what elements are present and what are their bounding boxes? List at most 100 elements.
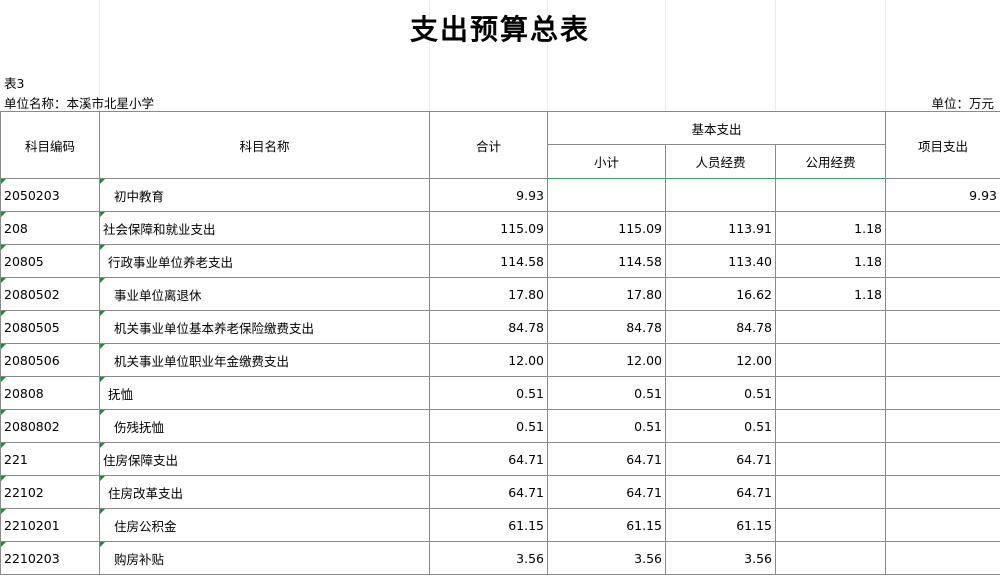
name-cell[interactable]: 机关事业单位职业年金缴费支出: [99, 343, 430, 377]
total-cell[interactable]: 0.51: [429, 409, 548, 443]
code-cell[interactable]: 2080505: [0, 310, 100, 344]
public-cell[interactable]: [774, 475, 887, 509]
public-cell[interactable]: 1.18: [774, 211, 887, 245]
code-cell[interactable]: 22102: [0, 475, 100, 509]
table-row[interactable]: 2080505 机关事业单位基本养老保险缴费支出 84.78 84.78 84.78: [0, 310, 1000, 344]
project-cell[interactable]: [885, 475, 1000, 509]
subtotal-cell[interactable]: 0.51: [547, 376, 666, 410]
name-cell[interactable]: 伤残抚恤: [99, 409, 430, 443]
table-row[interactable]: 2210201 住房公积金 61.15 61.15 61.15: [0, 508, 1000, 542]
total-cell[interactable]: 0.51: [429, 376, 548, 410]
total-cell[interactable]: 17.80: [429, 277, 548, 311]
table-row[interactable]: 20805 行政事业单位养老支出 114.58 114.58 113.40 1.18: [0, 244, 1000, 278]
total-cell[interactable]: 64.71: [429, 475, 548, 509]
public-cell[interactable]: [774, 442, 887, 476]
personnel-cell[interactable]: 0.51: [665, 376, 776, 410]
subtotal-cell[interactable]: 61.15: [547, 508, 666, 542]
project-cell[interactable]: [885, 310, 1000, 344]
name-cell[interactable]: 社会保障和就业支出: [99, 211, 430, 245]
name-cell-text: 机关事业单位基本养老保险缴费支出: [114, 320, 315, 336]
subtotal-cell[interactable]: 12.00: [547, 343, 666, 377]
total-cell[interactable]: 115.09: [429, 211, 548, 245]
total-cell[interactable]: 3.56: [429, 541, 548, 575]
personnel-cell[interactable]: 64.71: [665, 475, 776, 509]
subtotal-cell[interactable]: 0.51: [547, 409, 666, 443]
public-cell[interactable]: [774, 178, 887, 212]
personnel-cell[interactable]: 113.40: [665, 244, 776, 278]
project-cell[interactable]: 9.93: [885, 178, 1000, 212]
personnel-cell[interactable]: 61.15: [665, 508, 776, 542]
subtotal-cell[interactable]: 115.09: [547, 211, 666, 245]
total-cell[interactable]: 84.78: [429, 310, 548, 344]
public-cell[interactable]: 1.18: [774, 277, 887, 311]
name-cell[interactable]: 住房改革支出: [99, 475, 430, 509]
subtotal-cell[interactable]: 114.58: [547, 244, 666, 278]
code-cell[interactable]: 2080506: [0, 343, 100, 377]
personnel-cell[interactable]: 0.51: [665, 409, 776, 443]
public-cell-text: 1.18: [854, 253, 883, 269]
public-cell[interactable]: 1.18: [774, 244, 887, 278]
code-cell[interactable]: 2210203: [0, 541, 100, 575]
name-cell[interactable]: 住房公积金: [99, 508, 430, 542]
code-cell[interactable]: 20808: [0, 376, 100, 410]
public-cell[interactable]: [774, 409, 887, 443]
name-cell[interactable]: 购房补贴: [99, 541, 430, 575]
subtotal-cell[interactable]: 84.78: [547, 310, 666, 344]
code-cell[interactable]: 2080802: [0, 409, 100, 443]
project-cell[interactable]: [885, 508, 1000, 542]
project-cell[interactable]: [885, 376, 1000, 410]
table-row[interactable]: 2050203 初中教育 9.93 9.93: [0, 178, 1000, 212]
public-cell[interactable]: [774, 376, 887, 410]
public-cell[interactable]: [774, 310, 887, 344]
name-cell[interactable]: 行政事业单位养老支出: [99, 244, 430, 278]
personnel-cell[interactable]: 84.78: [665, 310, 776, 344]
table-row[interactable]: 2080506 机关事业单位职业年金缴费支出 12.00 12.00 12.00: [0, 343, 1000, 377]
personnel-cell[interactable]: 113.91: [665, 211, 776, 245]
project-cell[interactable]: [885, 211, 1000, 245]
subtotal-cell[interactable]: 17.80: [547, 277, 666, 311]
personnel-cell[interactable]: [665, 178, 776, 212]
total-cell[interactable]: 114.58: [429, 244, 548, 278]
personnel-cell[interactable]: 3.56: [665, 541, 776, 575]
code-cell[interactable]: 208: [0, 211, 100, 245]
table-row[interactable]: 2080802 伤残抚恤 0.51 0.51 0.51: [0, 409, 1000, 443]
subtotal-cell[interactable]: 64.71: [547, 442, 666, 476]
public-cell[interactable]: [774, 541, 887, 575]
code-cell[interactable]: 2050203: [0, 178, 100, 212]
table-row[interactable]: 2080502 事业单位离退休 17.80 17.80 16.62 1.18: [0, 277, 1000, 311]
name-cell[interactable]: 机关事业单位基本养老保险缴费支出: [99, 310, 430, 344]
project-cell[interactable]: [885, 541, 1000, 575]
name-cell[interactable]: 事业单位离退休: [99, 277, 430, 311]
code-cell[interactable]: 20805: [0, 244, 100, 278]
project-cell[interactable]: [885, 277, 1000, 311]
code-cell[interactable]: 2080502: [0, 277, 100, 311]
total-cell[interactable]: 64.71: [429, 442, 548, 476]
total-cell[interactable]: 9.93: [429, 178, 548, 212]
table-row[interactable]: 2210203 购房补贴 3.56 3.56 3.56: [0, 541, 1000, 575]
public-cell[interactable]: [774, 508, 887, 542]
text-format-indicator-icon: [1, 476, 6, 481]
project-cell[interactable]: [885, 442, 1000, 476]
personnel-cell[interactable]: 12.00: [665, 343, 776, 377]
personnel-cell[interactable]: 64.71: [665, 442, 776, 476]
name-cell[interactable]: 住房保障支出: [99, 442, 430, 476]
table-row[interactable]: 221 住房保障支出 64.71 64.71 64.71: [0, 442, 1000, 476]
project-cell[interactable]: [885, 343, 1000, 377]
table-row[interactable]: 20808 抚恤 0.51 0.51 0.51: [0, 376, 1000, 410]
personnel-cell[interactable]: 16.62: [665, 277, 776, 311]
name-cell[interactable]: 抚恤: [99, 376, 430, 410]
subtotal-cell[interactable]: 3.56: [547, 541, 666, 575]
personnel-cell-text: 64.71: [736, 484, 772, 500]
project-cell[interactable]: [885, 409, 1000, 443]
total-cell[interactable]: 61.15: [429, 508, 548, 542]
subtotal-cell[interactable]: [547, 178, 666, 212]
table-row[interactable]: 22102 住房改革支出 64.71 64.71 64.71: [0, 475, 1000, 509]
code-cell[interactable]: 2210201: [0, 508, 100, 542]
project-cell[interactable]: [885, 244, 1000, 278]
total-cell[interactable]: 12.00: [429, 343, 548, 377]
public-cell[interactable]: [774, 343, 887, 377]
subtotal-cell[interactable]: 64.71: [547, 475, 666, 509]
code-cell[interactable]: 221: [0, 442, 100, 476]
table-row[interactable]: 208 社会保障和就业支出 115.09 115.09 113.91 1.18: [0, 211, 1000, 245]
name-cell[interactable]: 初中教育: [99, 178, 430, 212]
